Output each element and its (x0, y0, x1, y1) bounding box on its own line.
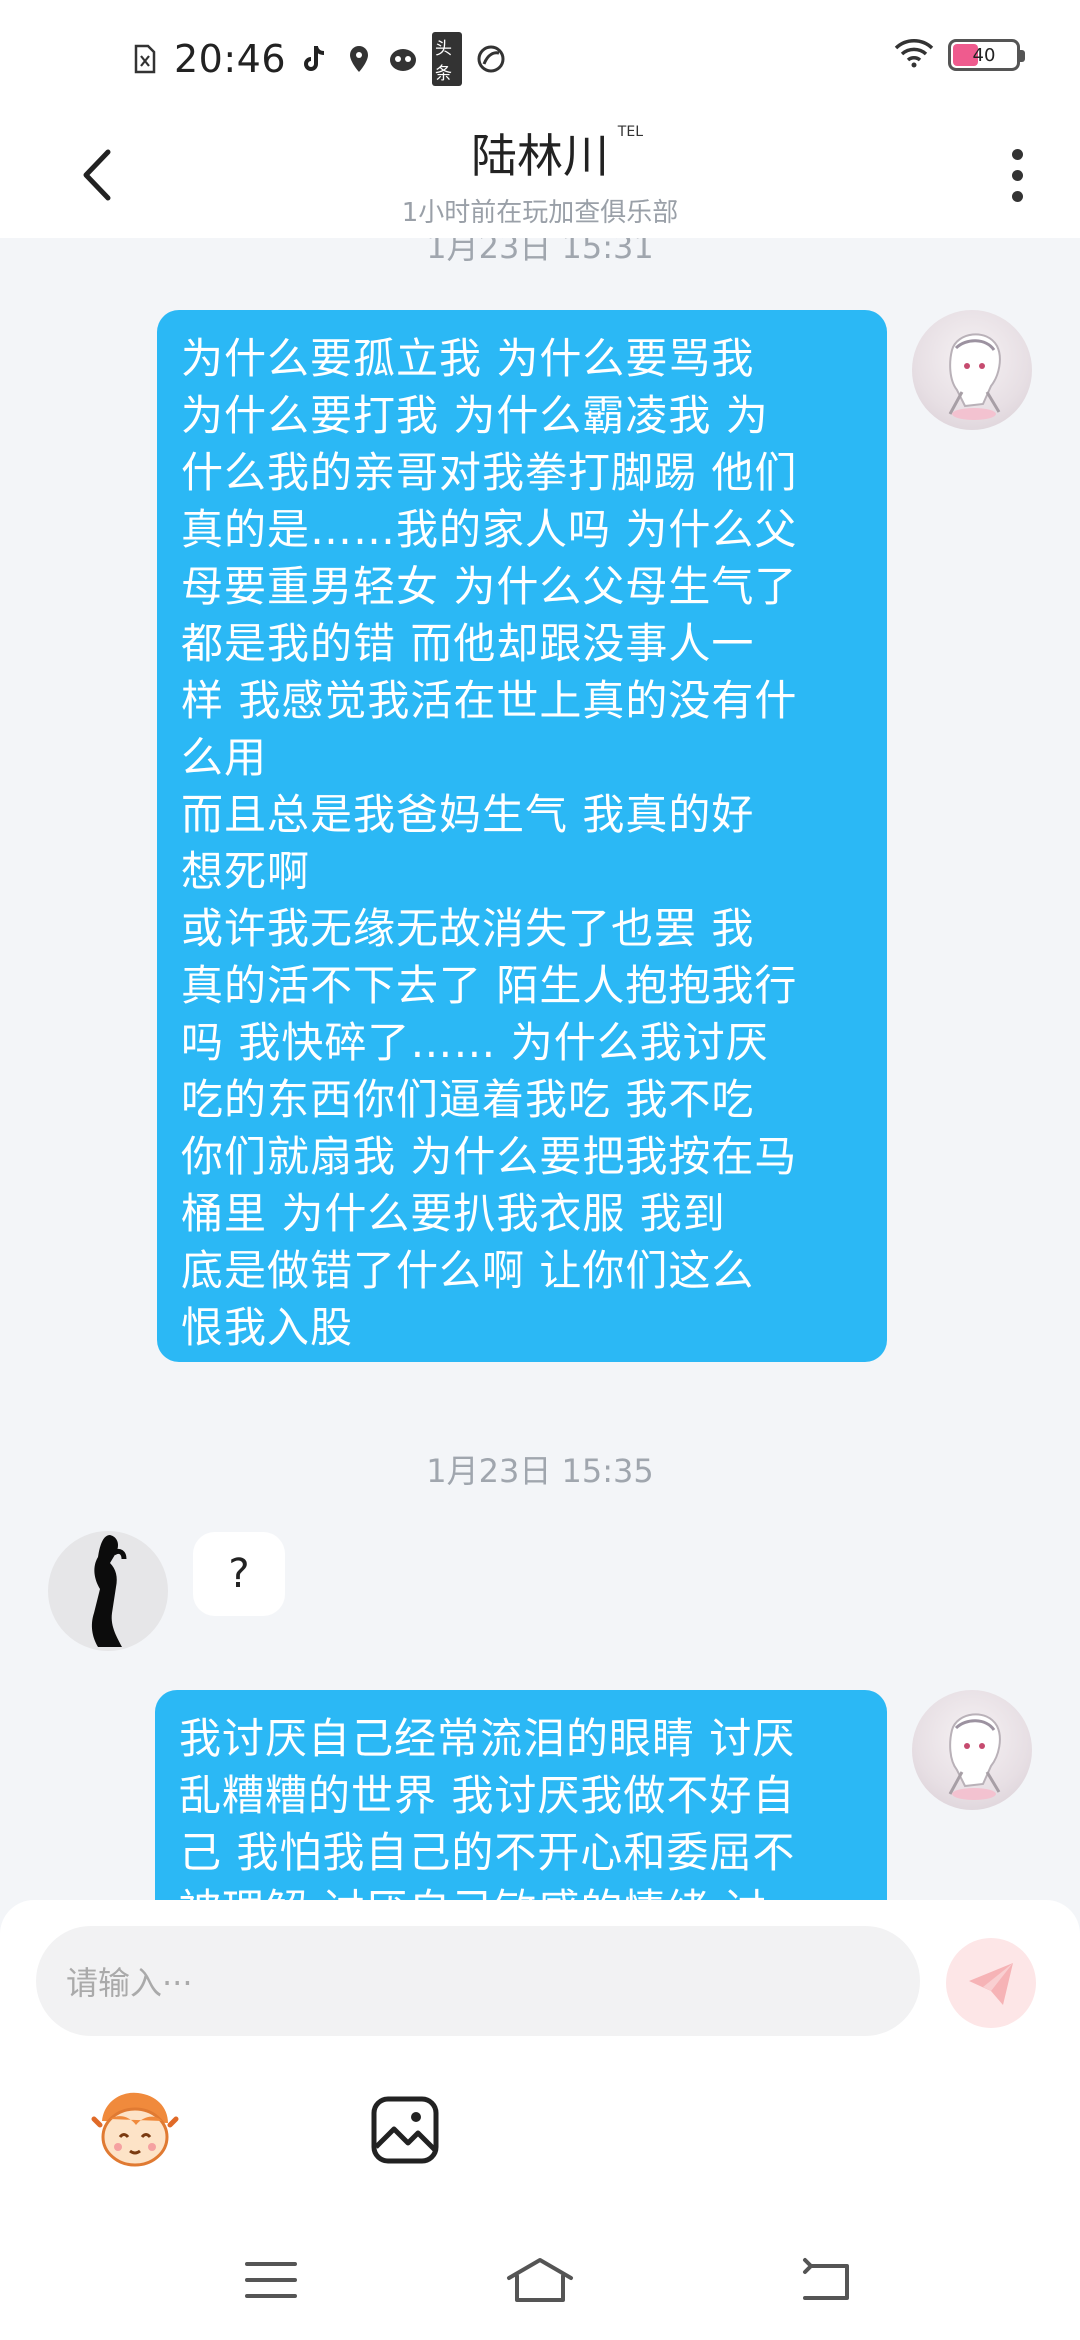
message-input[interactable]: 请输入··· (36, 1926, 920, 2036)
message-line: 么用 (181, 733, 268, 782)
anime-character-avatar-icon (948, 333, 1001, 420)
battery-level-text: 40 (972, 44, 996, 66)
message-line: 母要重男轻女 为什么父母生气了 (181, 562, 798, 611)
status-bar: 20:46 头条 40 (0, 0, 1080, 110)
incoming-message-text: ? (228, 1551, 250, 1597)
toutiao-label: 头条 (432, 32, 463, 86)
message-line: 吗 我快碎了…… 为什么我讨厌 (181, 1018, 769, 1067)
header-title-wrap: 陆林川 TEL 1小时前在玩加查俱乐部 (0, 120, 1080, 229)
message-line: 被理解 讨厌自己敏感的情绪 讨 (179, 1881, 863, 1900)
nav-menu-button[interactable] (236, 2250, 306, 2310)
message-line: 而且总是我爸妈生气 我真的好 (181, 790, 755, 839)
status-time: 20:46 (174, 37, 287, 81)
message-bubble-outgoing[interactable]: 为什么要孤立我 为什么要骂我 为什么要打我 为什么霸凌我 为什么我的亲哥对我拳打脚… (157, 310, 887, 1362)
system-nav-bar (0, 2220, 1080, 2340)
message-line: 己 我怕我自己的不开心和委屈不 (179, 1828, 796, 1877)
nav-home-button[interactable] (505, 2250, 575, 2310)
toutiao-icon: 头条 (432, 32, 463, 86)
contact-avatar[interactable] (48, 1531, 168, 1651)
message-line: 我讨厌自己经常流泪的眼睛 讨厌 (179, 1714, 796, 1763)
contact-name[interactable]: 陆林川 TEL (471, 120, 643, 186)
message-line: 真的活不下去了 陌生人抱抱我行 (181, 961, 798, 1010)
menu-icon (245, 2262, 297, 2298)
image-button[interactable] (360, 2085, 450, 2175)
message-line: 都是我的错 而他却跟没事人一 (181, 619, 755, 668)
message-line: 真的是……我的家人吗 为什么父 (181, 505, 798, 554)
battery-tip (1020, 50, 1025, 62)
game-app-icon (388, 44, 418, 74)
message-bubble-incoming[interactable]: ? (193, 1532, 285, 1616)
chat-messages[interactable]: 1月23日 15:31 为什么要孤立我 为什么要骂我 为什么要打我 为什么霸凌我 … (0, 238, 1080, 1900)
message-input-placeholder: 请输入··· (66, 1964, 193, 2002)
message-line: 为什么要孤立我 为什么要骂我 (181, 334, 755, 383)
message-line: 你们就扇我 为什么要把我按在马 (181, 1132, 798, 1181)
message-line: 样 我感觉我活在世上真的没有什 (181, 676, 798, 725)
anime-character-avatar-icon (948, 1713, 1001, 1800)
more-vertical-icon (1011, 190, 1023, 202)
my-avatar[interactable] (912, 1690, 1032, 1810)
message-line: 想死啊 (181, 847, 311, 896)
sim-card-icon (130, 44, 160, 74)
more-vertical-icon (1011, 169, 1023, 181)
message-line: 桶里 为什么要扒我衣服 我到 (181, 1189, 726, 1238)
message-line: 为什么要打我 为什么霸凌我 为 (181, 391, 769, 440)
nav-back-button[interactable] (790, 2250, 860, 2310)
back-icon (803, 2258, 849, 2300)
send-button[interactable] (946, 1938, 1036, 2028)
message-line: 乱糟糟的世界 我讨厌我做不好自 (179, 1771, 796, 1820)
message-line: 恨我入股 (181, 1303, 354, 1352)
status-bar-left: 20:46 头条 (130, 32, 506, 86)
location-pin-icon (344, 44, 374, 74)
wifi-icon (894, 38, 934, 72)
status-bar-right: 40 (894, 38, 1025, 72)
message-line: 底是做错了什么啊 让你们这么 (181, 1246, 755, 1295)
send-plane-icon (969, 1963, 1013, 2005)
tel-badge: TEL (617, 124, 643, 140)
contact-status: 1小时前在玩加查俱乐部 (401, 198, 679, 228)
contact-name-text: 陆林川 (471, 129, 609, 183)
timestamp-partial: 1月23日 15:31 (426, 238, 654, 266)
silhouette-figure-avatar-icon (91, 1535, 127, 1647)
home-icon (507, 2258, 573, 2302)
chat-header: 陆林川 TEL 1小时前在玩加查俱乐部 (0, 110, 1080, 238)
tiktok-icon (300, 44, 330, 74)
message-line: 吃的东西你们逼着我吃 我不吃 (181, 1075, 755, 1124)
message-line: 或许我无缘无故消失了也罢 我 (181, 904, 755, 953)
timestamp: 1月23日 15:35 (426, 1452, 654, 1490)
image-icon (371, 2096, 439, 2164)
message-line: 什么我的亲哥对我拳打脚踢 他们 (181, 448, 798, 497)
message-bubble-outgoing[interactable]: 我讨厌自己经常流泪的眼睛 讨厌 乱糟糟的世界 我讨厌我做不好自己 我怕我自己的不开… (155, 1690, 887, 1900)
battery-indicator: 40 (948, 39, 1025, 71)
mascot-sticker-icon (91, 2092, 179, 2167)
more-options-button[interactable] (1002, 140, 1032, 210)
my-avatar[interactable] (912, 310, 1032, 430)
more-vertical-icon (1011, 148, 1023, 160)
emoji-sticker-button[interactable] (90, 2085, 180, 2175)
app-leaf-icon (476, 44, 506, 74)
